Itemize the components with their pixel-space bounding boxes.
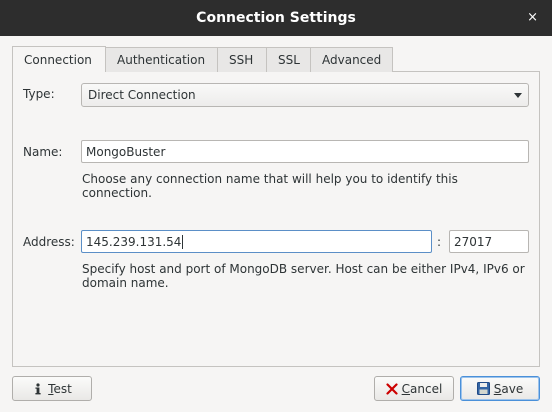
name-help-line-2: connection. [82, 186, 152, 200]
name-help-text: Choose any connection name that will hel… [82, 172, 458, 200]
type-combo[interactable]: Direct Connection [81, 83, 529, 107]
name-field[interactable]: MongoBuster [81, 140, 529, 163]
tab-ssh[interactable]: SSH [217, 47, 267, 72]
name-help-line-1: Choose any connection name that will hel… [82, 172, 458, 186]
tab-connection[interactable]: Connection [12, 46, 106, 72]
port-separator: : [437, 235, 442, 249]
floppy-disk-icon [476, 382, 490, 395]
tab-advanced[interactable]: Advanced [310, 47, 393, 72]
tab-panel [12, 71, 540, 367]
window-title: Connection Settings [196, 10, 356, 26]
tab-ssl[interactable]: SSL [266, 47, 311, 72]
port-field[interactable]: 27017 [449, 230, 529, 253]
test-button[interactable]: Test [12, 376, 92, 401]
save-button-label: Save [493, 381, 524, 396]
title-bar: Connection Settings × [0, 0, 552, 36]
info-icon [32, 382, 44, 396]
tab-authentication[interactable]: Authentication [105, 47, 218, 72]
tab-bar: Connection Authentication SSH SSL Advanc… [12, 46, 393, 72]
address-help-text: Specify host and port of MongoDB server.… [82, 262, 525, 290]
address-help-line-1: Specify host and port of MongoDB server.… [82, 262, 525, 276]
save-button[interactable]: Save [460, 376, 540, 401]
cancel-button-label: Cancel [401, 381, 443, 396]
type-combo-value: Direct Connection [88, 88, 196, 102]
cancel-button[interactable]: Cancel [374, 376, 454, 401]
text-caret [182, 234, 184, 249]
type-label: Type: [23, 87, 55, 101]
address-field-value: 145.239.131.54 [86, 234, 182, 249]
close-icon[interactable]: × [527, 10, 538, 25]
address-field[interactable]: 145.239.131.54 [81, 230, 432, 253]
cancel-x-icon [386, 382, 398, 395]
port-field-value: 27017 [454, 234, 493, 249]
chevron-down-icon [514, 92, 522, 98]
name-field-value: MongoBuster [86, 144, 166, 159]
name-label: Name: [23, 145, 63, 159]
test-button-label: Test [48, 381, 72, 396]
address-label: Address: [23, 235, 75, 249]
address-help-line-2: domain name. [82, 276, 169, 290]
